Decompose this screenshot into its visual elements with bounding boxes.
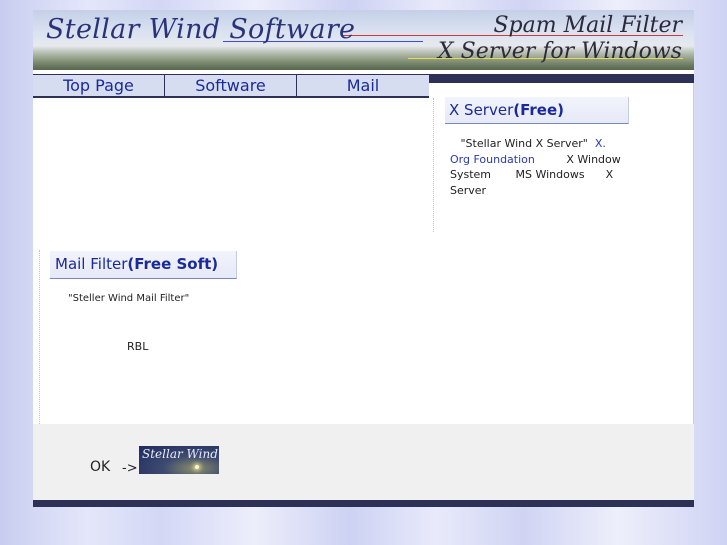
xserver-ms-windows: MS Windows: [515, 168, 585, 181]
star-icon: [195, 465, 199, 469]
mailfilter-product-name: "Steller Wind Mail Filter": [68, 293, 190, 304]
banner-subtitle-xserver: X Server for Windows: [438, 39, 682, 64]
xserver-heading: X Server(Free): [445, 97, 629, 124]
nav-tab-top-page[interactable]: Top Page: [33, 75, 165, 98]
mailfilter-heading: Mail Filter(Free Soft): [50, 251, 237, 279]
mailfilter-heading-main: Mail Filter: [55, 255, 128, 273]
xserver-divider: [433, 98, 435, 232]
content-top-right: [429, 83, 694, 98]
footer-arrow: ->: [122, 461, 138, 476]
xserver-product-name: "Stellar Wind X Server": [460, 137, 588, 150]
xserver-heading-free: (Free): [513, 101, 564, 119]
page-frame: Stellar Wind Software Spam Mail Filter X…: [33, 10, 694, 508]
xserver-heading-main: X Server: [449, 101, 514, 119]
mailfilter-rbl: RBL: [127, 340, 149, 353]
xserver-description: "Stellar Wind X Server" X. Org Foundatio…: [450, 136, 628, 198]
footer-ok-text: OK: [90, 459, 111, 475]
header-banner: Stellar Wind Software Spam Mail Filter X…: [33, 10, 694, 70]
main-nav: Top Page Software Mail: [33, 74, 429, 98]
nav-tab-mail[interactable]: Mail: [297, 75, 429, 98]
top-right-bar: [429, 74, 694, 83]
banner-subtitle-spam: Spam Mail Filter: [493, 13, 682, 38]
site-title: Stellar Wind Software: [46, 14, 356, 45]
mailfilter-divider: [39, 250, 41, 424]
footer-bar: [33, 500, 694, 507]
stellar-wind-logo-banner[interactable]: Stellar Wind: [139, 446, 219, 474]
logo-text: Stellar Wind: [142, 447, 218, 461]
nav-tab-software[interactable]: Software: [165, 75, 297, 98]
mailfilter-heading-free: (Free Soft): [127, 255, 219, 273]
